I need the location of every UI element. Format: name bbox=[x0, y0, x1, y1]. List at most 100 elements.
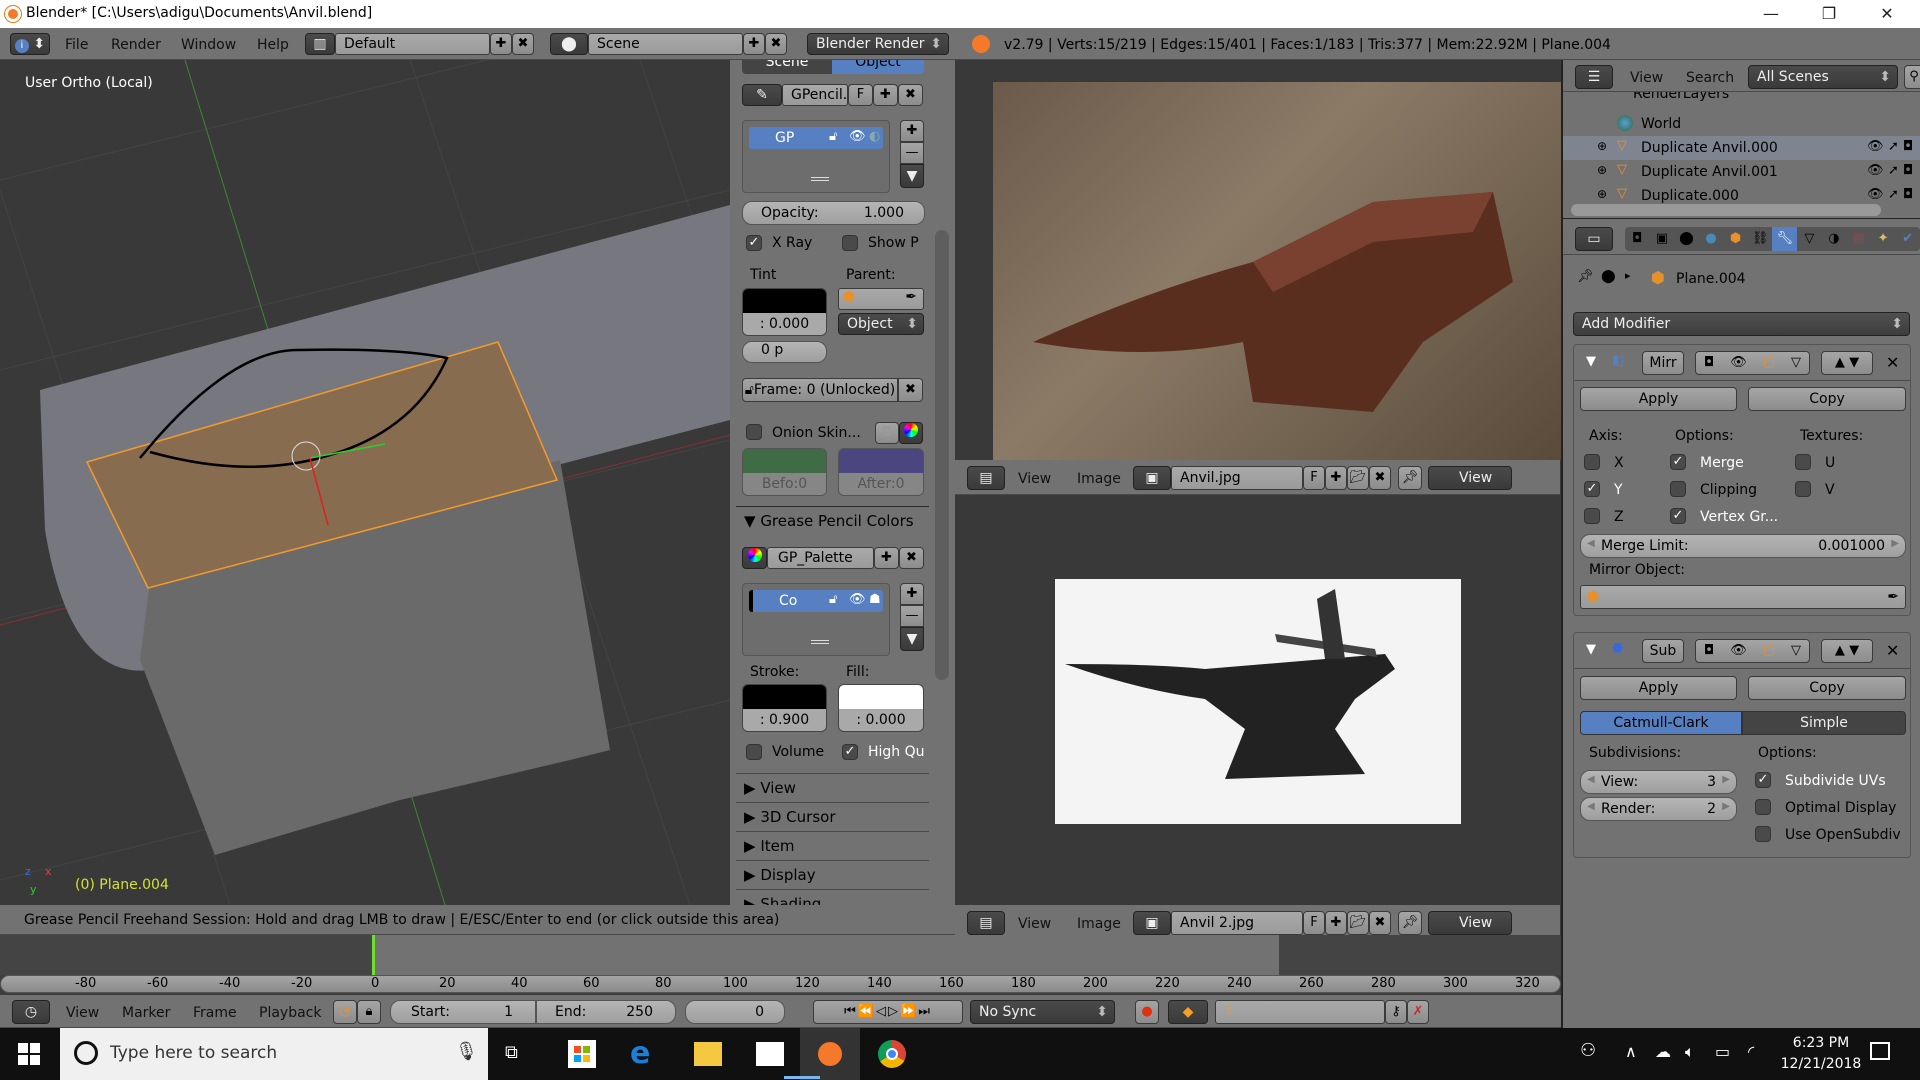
unlink-image-button[interactable]: ✖ bbox=[1369, 466, 1391, 490]
render-levels-field[interactable]: ◀ Render: 2 ▶ bbox=[1580, 797, 1737, 821]
open-image-button[interactable]: 📂︎ bbox=[1347, 466, 1369, 490]
remove-modifier-icon[interactable]: ✕ bbox=[1886, 353, 1899, 372]
outliner-hscrollbar[interactable] bbox=[1571, 204, 1881, 216]
edge-icon[interactable]: e bbox=[630, 1036, 650, 1071]
menu-playback[interactable]: Playback bbox=[259, 1005, 321, 1021]
gp-datablock-browse[interactable]: ✎ bbox=[742, 84, 782, 106]
select-icon[interactable]: ➚ bbox=[1888, 139, 1899, 154]
vertex-groups-checkbox[interactable]: ✓ bbox=[1670, 508, 1686, 524]
axis-y-checkbox[interactable]: ✓ bbox=[1584, 481, 1600, 497]
lock-range-button[interactable]: 🔒︎ bbox=[357, 1000, 381, 1024]
blender-taskbar-button[interactable] bbox=[800, 1028, 860, 1080]
3d-viewport[interactable]: User Ortho (Local) (0) Plane.004 z x y bbox=[0, 60, 730, 905]
material-tab-icon[interactable]: ◑ bbox=[1822, 227, 1847, 251]
action-center-icon[interactable] bbox=[1870, 1042, 1890, 1060]
add-layer-button[interactable]: ✚ bbox=[900, 120, 924, 142]
parent-object-field[interactable]: ⬢ ✒ bbox=[838, 288, 924, 310]
decrement-icon[interactable]: ◀ bbox=[1587, 774, 1595, 785]
add-palette-button[interactable]: ✚ bbox=[874, 547, 899, 569]
fill-color-swatch[interactable] bbox=[839, 685, 923, 709]
menu-image[interactable]: Image bbox=[1077, 471, 1121, 487]
play-icon[interactable]: ▷ bbox=[888, 1004, 900, 1019]
use-opensubdiv-checkbox[interactable] bbox=[1755, 826, 1771, 842]
ghost-icon[interactable]: ☗ bbox=[869, 592, 881, 607]
delete-frame-button[interactable]: ✖ bbox=[898, 378, 923, 402]
keying-mode-button[interactable]: ◆ bbox=[1168, 1000, 1208, 1024]
add-scene-button[interactable]: ✚ bbox=[743, 33, 765, 55]
menu-marker[interactable]: Marker bbox=[122, 1005, 170, 1021]
render-toggle-icon[interactable]: ◘ bbox=[1704, 352, 1714, 374]
screen-layout-selector[interactable]: ▥ bbox=[305, 33, 335, 55]
menu-view[interactable]: View bbox=[1018, 916, 1051, 932]
menu-view[interactable]: View bbox=[1630, 70, 1663, 86]
color-specials-button[interactable]: ▼ bbox=[900, 627, 924, 651]
collapsed-panel-display[interactable]: ▶ Display bbox=[736, 860, 929, 884]
eye-icon[interactable]: 👁︎ bbox=[849, 592, 866, 607]
volume-icon[interactable]: 🔈︎ bbox=[1685, 1042, 1695, 1062]
record-button[interactable]: ● bbox=[1135, 1000, 1159, 1024]
resize-handle[interactable] bbox=[811, 640, 829, 644]
timeline-ruler[interactable]: -80 -60 -40 -20 0 20 40 60 80 100 120 14… bbox=[0, 975, 1561, 993]
onedrive-icon[interactable]: ☁ bbox=[1655, 1042, 1671, 1061]
pin-icon[interactable]: 📌︎ bbox=[1577, 269, 1594, 284]
people-icon[interactable]: ⚇ bbox=[1580, 1040, 1596, 1061]
resize-handle[interactable] bbox=[811, 177, 829, 181]
gp-datablock-name[interactable]: GPencil. bbox=[782, 84, 848, 106]
texture-u-checkbox[interactable] bbox=[1795, 454, 1811, 470]
windows-start-icon[interactable] bbox=[18, 1043, 40, 1065]
render-engine-dropdown[interactable]: Blender Render ⬍ bbox=[807, 33, 949, 55]
delete-scene-button[interactable]: ✖ bbox=[765, 33, 787, 55]
increment-icon[interactable]: ▶ bbox=[1722, 801, 1730, 812]
gp-layer-item[interactable]: GP 🔓︎ 👁︎ ◐ bbox=[749, 127, 883, 149]
gp-colors-header[interactable]: ▼ Grease Pencil Colors bbox=[744, 512, 914, 530]
tint-factor[interactable]: : 0.000 bbox=[743, 313, 826, 335]
modifiers-tab-icon[interactable]: 🔧︎ bbox=[1772, 227, 1798, 251]
collapsed-panel-item[interactable]: ▶ Item bbox=[736, 831, 929, 855]
catmull-clark-button[interactable]: Catmull-Clark bbox=[1580, 711, 1742, 735]
onion-icon[interactable]: ◐ bbox=[869, 129, 880, 144]
onion-after-color[interactable] bbox=[839, 449, 923, 473]
onion-after-field[interactable]: After:0 bbox=[838, 448, 924, 496]
merge-checkbox[interactable]: ✓ bbox=[1670, 454, 1686, 470]
data-tab-icon[interactable]: ▽ bbox=[1797, 227, 1822, 251]
render-icon[interactable]: ◘ bbox=[1903, 187, 1913, 202]
eye-icon[interactable]: 👁︎ bbox=[849, 129, 866, 144]
minimize-button[interactable]: — bbox=[1742, 0, 1800, 28]
tab-object[interactable]: Object bbox=[832, 60, 924, 74]
fake-user-button[interactable]: F bbox=[848, 84, 873, 106]
lock-icon[interactable]: 🔓︎ bbox=[829, 592, 837, 607]
image-name-field[interactable]: Anvil 2.jpg bbox=[1171, 911, 1303, 935]
battery-icon[interactable]: ▭ bbox=[1715, 1042, 1730, 1061]
gp-color-item[interactable]: Co 🔓︎ 👁︎ ☗ bbox=[749, 590, 883, 612]
menu-render[interactable]: Render bbox=[111, 37, 161, 53]
expand-icon[interactable]: ⊕ bbox=[1597, 139, 1607, 153]
eye-icon[interactable]: 👁︎ bbox=[1867, 139, 1884, 154]
layer-specials-button[interactable]: ▼ bbox=[900, 164, 924, 188]
thickness-field[interactable]: 0 p bbox=[742, 341, 827, 363]
start-frame-field[interactable]: Start: 1 bbox=[390, 1000, 536, 1024]
remove-modifier-icon[interactable]: ✕ bbox=[1886, 641, 1899, 660]
mirror-modifier-name[interactable]: Mirr bbox=[1642, 351, 1684, 375]
select-icon[interactable]: ➚ bbox=[1888, 187, 1899, 202]
xray-checkbox[interactable]: ✓ bbox=[746, 235, 762, 251]
search-icon[interactable]: ⚲ bbox=[1904, 65, 1920, 89]
view-levels-field[interactable]: ◀ View: 3 ▶ bbox=[1580, 770, 1737, 794]
pin-icon[interactable]: 📌︎ bbox=[1398, 911, 1422, 935]
editor-type-properties-button[interactable]: ▭ bbox=[1575, 227, 1613, 251]
image-name-field[interactable]: Anvil.jpg bbox=[1171, 466, 1303, 490]
menu-view[interactable]: View bbox=[66, 1005, 99, 1021]
collapsed-panel-3d-cursor[interactable]: ▶ 3D Cursor bbox=[736, 802, 929, 826]
subsurf-apply-button[interactable]: Apply bbox=[1580, 676, 1737, 700]
physics-tab-icon[interactable]: ✔ bbox=[1895, 227, 1920, 251]
store-icon[interactable] bbox=[568, 1040, 596, 1068]
collapsed-panel-shading[interactable]: ▶ Shading bbox=[736, 889, 929, 905]
render-icon[interactable]: ◘ bbox=[1903, 139, 1913, 154]
delete-keyframe-button[interactable]: ✗ bbox=[1407, 1000, 1429, 1024]
new-image-button[interactable]: ✚ bbox=[1325, 911, 1347, 935]
view-mode-dropdown[interactable]: View bbox=[1428, 911, 1512, 935]
expand-icon[interactable]: ⊕ bbox=[1597, 187, 1607, 201]
onion-colors-button[interactable] bbox=[899, 422, 923, 444]
viewport-canvas[interactable] bbox=[0, 60, 730, 905]
onion-before-value[interactable]: Befo:0 bbox=[743, 473, 826, 495]
increment-icon[interactable]: ▶ bbox=[1891, 538, 1899, 549]
